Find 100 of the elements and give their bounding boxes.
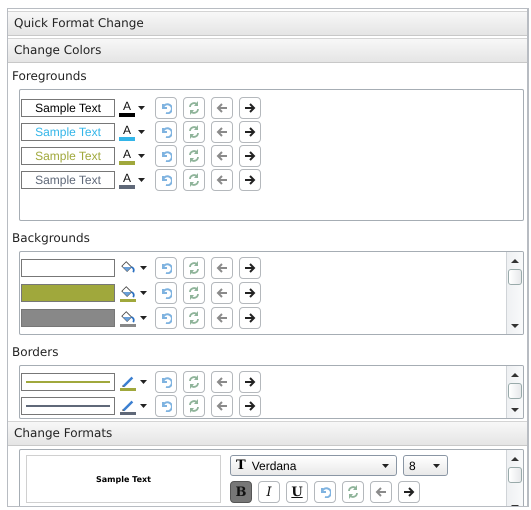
left-arrow-icon — [216, 376, 228, 388]
undo-icon — [160, 287, 172, 299]
refresh-button[interactable] — [183, 257, 205, 279]
caret-icon — [138, 154, 145, 158]
forward-button[interactable] — [239, 97, 261, 119]
refresh-icon — [188, 261, 200, 275]
right-arrow-icon — [244, 376, 256, 388]
back-button[interactable] — [211, 121, 233, 143]
left-arrow-icon — [216, 262, 228, 274]
group-label: Borders — [11, 344, 60, 361]
back-button[interactable] — [211, 282, 233, 304]
back-button[interactable] — [211, 257, 233, 279]
style-toggle[interactable]: I — [258, 481, 280, 503]
left-arrow-icon — [216, 150, 228, 162]
back-button[interactable] — [370, 481, 392, 503]
refresh-icon — [188, 149, 200, 163]
right-arrow-icon — [244, 262, 256, 274]
refresh-icon — [188, 101, 200, 115]
paint-bucket-icon — [119, 310, 137, 324]
caret-icon — [382, 464, 389, 468]
back-button[interactable] — [211, 169, 233, 191]
back-button[interactable] — [211, 97, 233, 119]
font-color-button[interactable]: A — [119, 97, 149, 119]
size-dropdown[interactable]: 8 — [403, 455, 448, 476]
caret-icon — [140, 316, 147, 320]
undo-button[interactable] — [314, 481, 336, 503]
back-button[interactable] — [211, 307, 233, 329]
sample-text: Sample Text — [21, 171, 115, 189]
undo-icon — [160, 376, 172, 388]
caret-icon — [140, 266, 147, 270]
undo-icon — [160, 150, 172, 162]
section-header[interactable]: Change Formats — [8, 421, 527, 446]
refresh-button[interactable] — [183, 121, 205, 143]
sample-text: Sample Text — [21, 123, 115, 141]
refresh-icon — [188, 375, 200, 389]
left-arrow-icon — [216, 102, 228, 114]
undo-button[interactable] — [155, 307, 177, 329]
undo-button[interactable] — [155, 395, 177, 417]
refresh-icon — [188, 173, 200, 187]
refresh-button[interactable] — [183, 169, 205, 191]
caret-icon — [140, 404, 147, 408]
font-color-button[interactable]: A — [119, 145, 149, 167]
section-header[interactable]: Change Colors — [8, 38, 527, 63]
right-arrow-icon — [244, 287, 256, 299]
style-toggle[interactable]: B — [230, 481, 252, 503]
style-toggle[interactable]: U — [286, 481, 308, 503]
forward-button[interactable] — [239, 121, 261, 143]
refresh-icon — [188, 125, 200, 139]
refresh-button[interactable] — [183, 145, 205, 167]
undo-button[interactable] — [155, 145, 177, 167]
back-button[interactable] — [211, 371, 233, 393]
refresh-icon — [188, 399, 200, 413]
forward-button[interactable] — [239, 307, 261, 329]
forward-button[interactable] — [239, 371, 261, 393]
font-dropdown[interactable]: T Verdana — [230, 455, 397, 476]
forward-button[interactable] — [239, 145, 261, 167]
undo-icon — [160, 400, 172, 412]
caret-icon — [140, 291, 147, 295]
right-arrow-icon — [244, 126, 256, 138]
back-button[interactable] — [211, 145, 233, 167]
forward-button[interactable] — [239, 282, 261, 304]
left-arrow-icon — [216, 126, 228, 138]
right-arrow-icon — [244, 400, 256, 412]
scrollbar[interactable] — [506, 252, 523, 334]
right-arrow-icon — [244, 174, 256, 186]
refresh-button[interactable] — [183, 371, 205, 393]
caret-icon — [140, 380, 147, 384]
forward-button[interactable] — [239, 257, 261, 279]
undo-button[interactable] — [155, 257, 177, 279]
back-button[interactable] — [211, 395, 233, 417]
undo-button[interactable] — [155, 169, 177, 191]
left-arrow-icon — [216, 400, 228, 412]
undo-button[interactable] — [155, 282, 177, 304]
caret-icon — [433, 464, 440, 468]
undo-icon — [160, 102, 172, 114]
refresh-button[interactable] — [342, 481, 364, 503]
right-arrow-icon — [244, 150, 256, 162]
forward-button[interactable] — [398, 481, 420, 503]
scrollbar[interactable] — [506, 450, 523, 506]
font-color-button[interactable]: A — [119, 169, 149, 191]
undo-button[interactable] — [155, 121, 177, 143]
undo-button[interactable] — [155, 97, 177, 119]
refresh-button[interactable] — [183, 282, 205, 304]
paint-bucket-icon — [119, 284, 137, 298]
forward-button[interactable] — [239, 395, 261, 417]
font-color-button[interactable]: A — [119, 121, 149, 143]
section-header[interactable]: Quick Format Change — [8, 11, 527, 36]
left-arrow-icon — [216, 287, 228, 299]
caret-icon — [138, 130, 145, 134]
refresh-button[interactable] — [183, 97, 205, 119]
refresh-button[interactable] — [183, 395, 205, 417]
undo-button[interactable] — [155, 371, 177, 393]
forward-button[interactable] — [239, 169, 261, 191]
refresh-button[interactable] — [183, 307, 205, 329]
scrollbar[interactable] — [506, 366, 523, 418]
paint-bucket-icon — [119, 260, 137, 274]
sample-text: Sample Text — [21, 147, 115, 165]
right-arrow-icon — [244, 312, 256, 324]
undo-icon — [160, 126, 172, 138]
refresh-icon — [347, 485, 359, 499]
